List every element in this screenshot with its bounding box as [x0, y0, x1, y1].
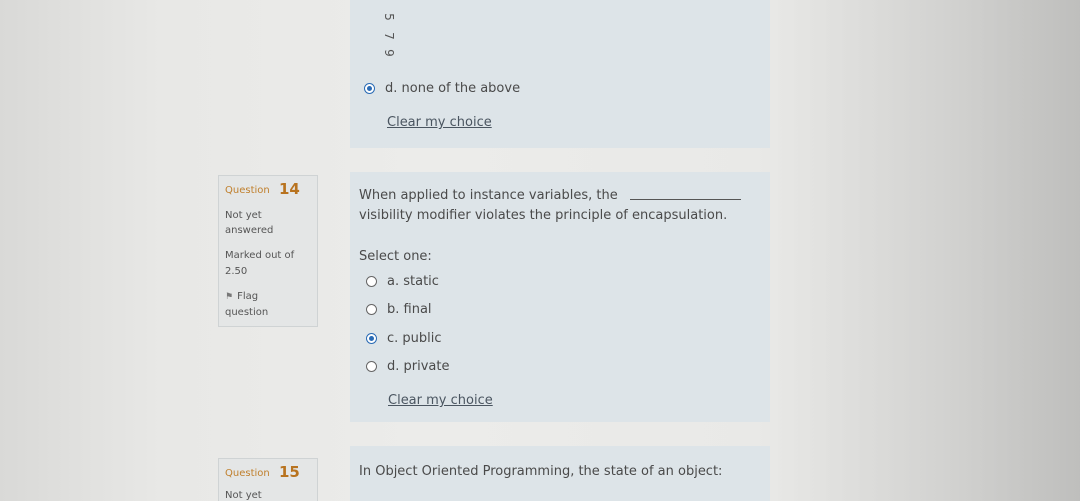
marks-value: 2.50	[225, 266, 248, 277]
question-text: When applied to instance variables, the	[359, 188, 618, 203]
status-text: Not yet	[225, 490, 262, 501]
background-shade	[770, 0, 1080, 501]
radio-icon[interactable]	[366, 361, 377, 372]
status-text: Not yet	[225, 210, 262, 221]
status-text: answered	[225, 225, 274, 236]
question-label: Question	[225, 185, 270, 196]
flag-icon: ⚑	[225, 292, 234, 302]
question-label: Question	[225, 468, 270, 479]
option-b-row[interactable]: b. final	[366, 302, 432, 317]
flag-label: Flag	[237, 291, 259, 302]
clear-choice-link[interactable]: Clear my choice	[388, 393, 493, 408]
clear-choice-link[interactable]: Clear my choice	[387, 115, 492, 130]
question-number: 14	[279, 180, 300, 198]
question-14-info: Question 14 Not yet answered Marked out …	[218, 175, 318, 327]
marks-text: Marked out of	[225, 250, 295, 261]
option-label: d. none of the above	[385, 81, 521, 96]
code-number: 5	[381, 13, 396, 21]
question-15-info: Question 15 Not yet	[218, 458, 318, 501]
code-number: 7	[381, 32, 396, 40]
radio-icon[interactable]	[366, 304, 377, 315]
question-number: 15	[279, 463, 300, 481]
previous-question-answer-panel: 5 7 9 d. none of the above Clear my choi…	[350, 0, 770, 148]
select-one-label: Select one:	[359, 249, 432, 264]
option-label: b. final	[387, 302, 432, 317]
radio-checked-icon[interactable]	[364, 83, 375, 94]
code-number: 9	[381, 49, 396, 57]
radio-icon[interactable]	[366, 276, 377, 287]
option-label: d. private	[387, 359, 450, 374]
option-label: c. public	[387, 331, 442, 346]
option-label: a. static	[387, 274, 439, 289]
question-text: visibility modifier violates the princip…	[359, 208, 728, 223]
option-a-row[interactable]: a. static	[366, 274, 439, 289]
flag-label: question	[225, 307, 269, 318]
option-c-row[interactable]: c. public	[366, 331, 442, 346]
blank-underline	[630, 199, 741, 200]
option-d-row[interactable]: d. private	[366, 359, 449, 374]
option-d-row[interactable]: d. none of the above	[364, 81, 520, 96]
radio-checked-icon[interactable]	[366, 333, 377, 344]
flag-question-link[interactable]: ⚑ Flag	[225, 290, 258, 304]
question-text: In Object Oriented Programming, the stat…	[359, 464, 723, 479]
